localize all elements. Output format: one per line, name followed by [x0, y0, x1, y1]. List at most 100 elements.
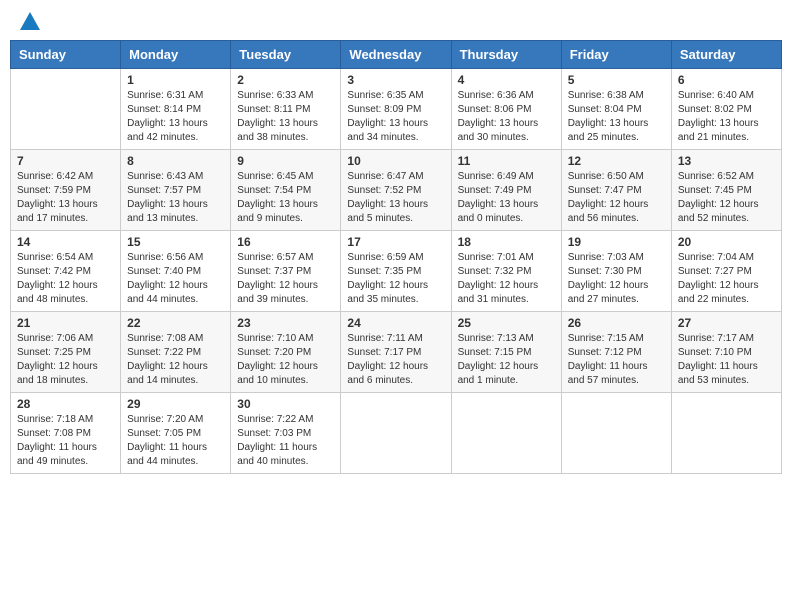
column-header-tuesday: Tuesday — [231, 41, 341, 69]
day-info: Sunrise: 7:20 AM Sunset: 7:05 PM Dayligh… — [127, 413, 224, 469]
calendar-cell — [671, 393, 781, 474]
calendar-table: SundayMondayTuesdayWednesdayThursdayFrid… — [10, 40, 782, 474]
day-info: Sunrise: 7:13 AM Sunset: 7:15 PM Dayligh… — [458, 332, 555, 388]
calendar-cell: 28Sunrise: 7:18 AM Sunset: 7:08 PM Dayli… — [11, 393, 121, 474]
calendar-cell: 9Sunrise: 6:45 AM Sunset: 7:54 PM Daylig… — [231, 150, 341, 231]
day-number: 25 — [458, 316, 555, 330]
column-header-sunday: Sunday — [11, 41, 121, 69]
calendar-cell: 16Sunrise: 6:57 AM Sunset: 7:37 PM Dayli… — [231, 231, 341, 312]
calendar-cell: 26 Sunrise: 7:15 AM Sunset: 7:12 PM Dayli… — [561, 312, 671, 393]
calendar-cell: 29 Sunrise: 7:20 AM Sunset: 7:05 PM Dayli… — [121, 393, 231, 474]
column-header-monday: Monday — [121, 41, 231, 69]
day-number: 10 — [347, 154, 444, 168]
day-number: 12 — [568, 154, 665, 168]
calendar-cell: 14 Sunrise: 6:54 AM Sunset: 7:42 PM Dayli… — [11, 231, 121, 312]
day-number: 7 — [17, 154, 114, 168]
day-number: 17 — [347, 235, 444, 249]
calendar-cell: 4Sunrise: 6:36 AM Sunset: 8:06 PM Daylig… — [451, 69, 561, 150]
calendar-cell — [451, 393, 561, 474]
calendar-cell: 5 Sunrise: 6:38 AM Sunset: 8:04 PM Daylig… — [561, 69, 671, 150]
calendar-cell: 22 Sunrise: 7:08 AM Sunset: 7:22 PM Dayli… — [121, 312, 231, 393]
day-info: Sunrise: 6:47 AM Sunset: 7:52 PM Dayligh… — [347, 170, 444, 226]
day-info: Sunrise: 6:54 AM Sunset: 7:42 PM Dayligh… — [17, 251, 114, 307]
calendar-week-1: 1 Sunrise: 6:31 AM Sunset: 8:14 PM Daylig… — [11, 69, 782, 150]
day-number: 27 — [678, 316, 775, 330]
day-number: 23 — [237, 316, 334, 330]
calendar-body: 1 Sunrise: 6:31 AM Sunset: 8:14 PM Daylig… — [11, 69, 782, 474]
calendar-cell: 23 Sunrise: 7:10 AM Sunset: 7:20 PM Dayli… — [231, 312, 341, 393]
day-info: Sunrise: 7:11 AM Sunset: 7:17 PM Dayligh… — [347, 332, 444, 388]
calendar-cell: 6Sunrise: 6:40 AM Sunset: 8:02 PM Daylig… — [671, 69, 781, 150]
day-number: 8 — [127, 154, 224, 168]
calendar-cell — [341, 393, 451, 474]
day-info: Sunrise: 7:03 AM Sunset: 7:30 PM Dayligh… — [568, 251, 665, 307]
calendar-cell: 13 Sunrise: 6:52 AM Sunset: 7:45 PM Dayli… — [671, 150, 781, 231]
calendar-cell: 15Sunrise: 6:56 AM Sunset: 7:40 PM Dayli… — [121, 231, 231, 312]
column-header-wednesday: Wednesday — [341, 41, 451, 69]
day-info: Sunrise: 6:35 AM Sunset: 8:09 PM Dayligh… — [347, 89, 444, 145]
day-number: 20 — [678, 235, 775, 249]
day-info: Sunrise: 6:45 AM Sunset: 7:54 PM Dayligh… — [237, 170, 334, 226]
day-number: 13 — [678, 154, 775, 168]
day-info: Sunrise: 6:33 AM Sunset: 8:11 PM Dayligh… — [237, 89, 334, 145]
day-info: Sunrise: 6:49 AM Sunset: 7:49 PM Dayligh… — [458, 170, 555, 226]
day-info: Sunrise: 7:22 AM Sunset: 7:03 PM Dayligh… — [237, 413, 334, 469]
column-header-thursday: Thursday — [451, 41, 561, 69]
day-number: 5 — [568, 73, 665, 87]
calendar-cell: 24 Sunrise: 7:11 AM Sunset: 7:17 PM Dayli… — [341, 312, 451, 393]
calendar-cell: 12 Sunrise: 6:50 AM Sunset: 7:47 PM Dayli… — [561, 150, 671, 231]
day-number: 24 — [347, 316, 444, 330]
page-header — [10, 10, 782, 34]
day-info: Sunrise: 6:38 AM Sunset: 8:04 PM Dayligh… — [568, 89, 665, 145]
calendar-cell: 21 Sunrise: 7:06 AM Sunset: 7:25 PM Dayli… — [11, 312, 121, 393]
calendar-cell: 19 Sunrise: 7:03 AM Sunset: 7:30 PM Dayli… — [561, 231, 671, 312]
day-info: Sunrise: 6:36 AM Sunset: 8:06 PM Dayligh… — [458, 89, 555, 145]
day-number: 14 — [17, 235, 114, 249]
day-info: Sunrise: 7:08 AM Sunset: 7:22 PM Dayligh… — [127, 332, 224, 388]
column-header-friday: Friday — [561, 41, 671, 69]
day-number: 22 — [127, 316, 224, 330]
day-info: Sunrise: 6:40 AM Sunset: 8:02 PM Dayligh… — [678, 89, 775, 145]
calendar-cell: 27Sunrise: 7:17 AM Sunset: 7:10 PM Dayli… — [671, 312, 781, 393]
day-number: 3 — [347, 73, 444, 87]
calendar-cell — [561, 393, 671, 474]
calendar-cell: 1 Sunrise: 6:31 AM Sunset: 8:14 PM Daylig… — [121, 69, 231, 150]
day-info: Sunrise: 6:50 AM Sunset: 7:47 PM Dayligh… — [568, 170, 665, 226]
day-info: Sunrise: 7:06 AM Sunset: 7:25 PM Dayligh… — [17, 332, 114, 388]
day-number: 26 — [568, 316, 665, 330]
calendar-cell — [11, 69, 121, 150]
calendar-cell: 20 Sunrise: 7:04 AM Sunset: 7:27 PM Dayli… — [671, 231, 781, 312]
day-number: 29 — [127, 397, 224, 411]
logo — [18, 14, 40, 30]
calendar-week-2: 7 Sunrise: 6:42 AM Sunset: 7:59 PM Daylig… — [11, 150, 782, 231]
day-number: 11 — [458, 154, 555, 168]
day-info: Sunrise: 6:42 AM Sunset: 7:59 PM Dayligh… — [17, 170, 114, 226]
logo-triangle-icon — [20, 12, 40, 30]
day-number: 21 — [17, 316, 114, 330]
day-number: 16 — [237, 235, 334, 249]
day-info: Sunrise: 7:10 AM Sunset: 7:20 PM Dayligh… — [237, 332, 334, 388]
day-info: Sunrise: 6:52 AM Sunset: 7:45 PM Dayligh… — [678, 170, 775, 226]
day-number: 19 — [568, 235, 665, 249]
day-info: Sunrise: 6:31 AM Sunset: 8:14 PM Dayligh… — [127, 89, 224, 145]
day-number: 2 — [237, 73, 334, 87]
day-info: Sunrise: 7:18 AM Sunset: 7:08 PM Dayligh… — [17, 413, 114, 469]
calendar-week-5: 28Sunrise: 7:18 AM Sunset: 7:08 PM Dayli… — [11, 393, 782, 474]
day-number: 18 — [458, 235, 555, 249]
day-number: 30 — [237, 397, 334, 411]
day-number: 15 — [127, 235, 224, 249]
calendar-cell: 30 Sunrise: 7:22 AM Sunset: 7:03 PM Dayli… — [231, 393, 341, 474]
calendar-cell: 3 Sunrise: 6:35 AM Sunset: 8:09 PM Daylig… — [341, 69, 451, 150]
calendar-header-row: SundayMondayTuesdayWednesdayThursdayFrid… — [11, 41, 782, 69]
day-info: Sunrise: 7:01 AM Sunset: 7:32 PM Dayligh… — [458, 251, 555, 307]
calendar-week-3: 14 Sunrise: 6:54 AM Sunset: 7:42 PM Dayli… — [11, 231, 782, 312]
calendar-cell: 10 Sunrise: 6:47 AM Sunset: 7:52 PM Dayli… — [341, 150, 451, 231]
day-info: Sunrise: 6:43 AM Sunset: 7:57 PM Dayligh… — [127, 170, 224, 226]
calendar-cell: 25 Sunrise: 7:13 AM Sunset: 7:15 PM Dayli… — [451, 312, 561, 393]
calendar-cell: 2 Sunrise: 6:33 AM Sunset: 8:11 PM Daylig… — [231, 69, 341, 150]
day-info: Sunrise: 6:59 AM Sunset: 7:35 PM Dayligh… — [347, 251, 444, 307]
day-info: Sunrise: 7:04 AM Sunset: 7:27 PM Dayligh… — [678, 251, 775, 307]
day-number: 1 — [127, 73, 224, 87]
day-info: Sunrise: 7:15 AM Sunset: 7:12 PM Dayligh… — [568, 332, 665, 388]
calendar-week-4: 21 Sunrise: 7:06 AM Sunset: 7:25 PM Dayli… — [11, 312, 782, 393]
